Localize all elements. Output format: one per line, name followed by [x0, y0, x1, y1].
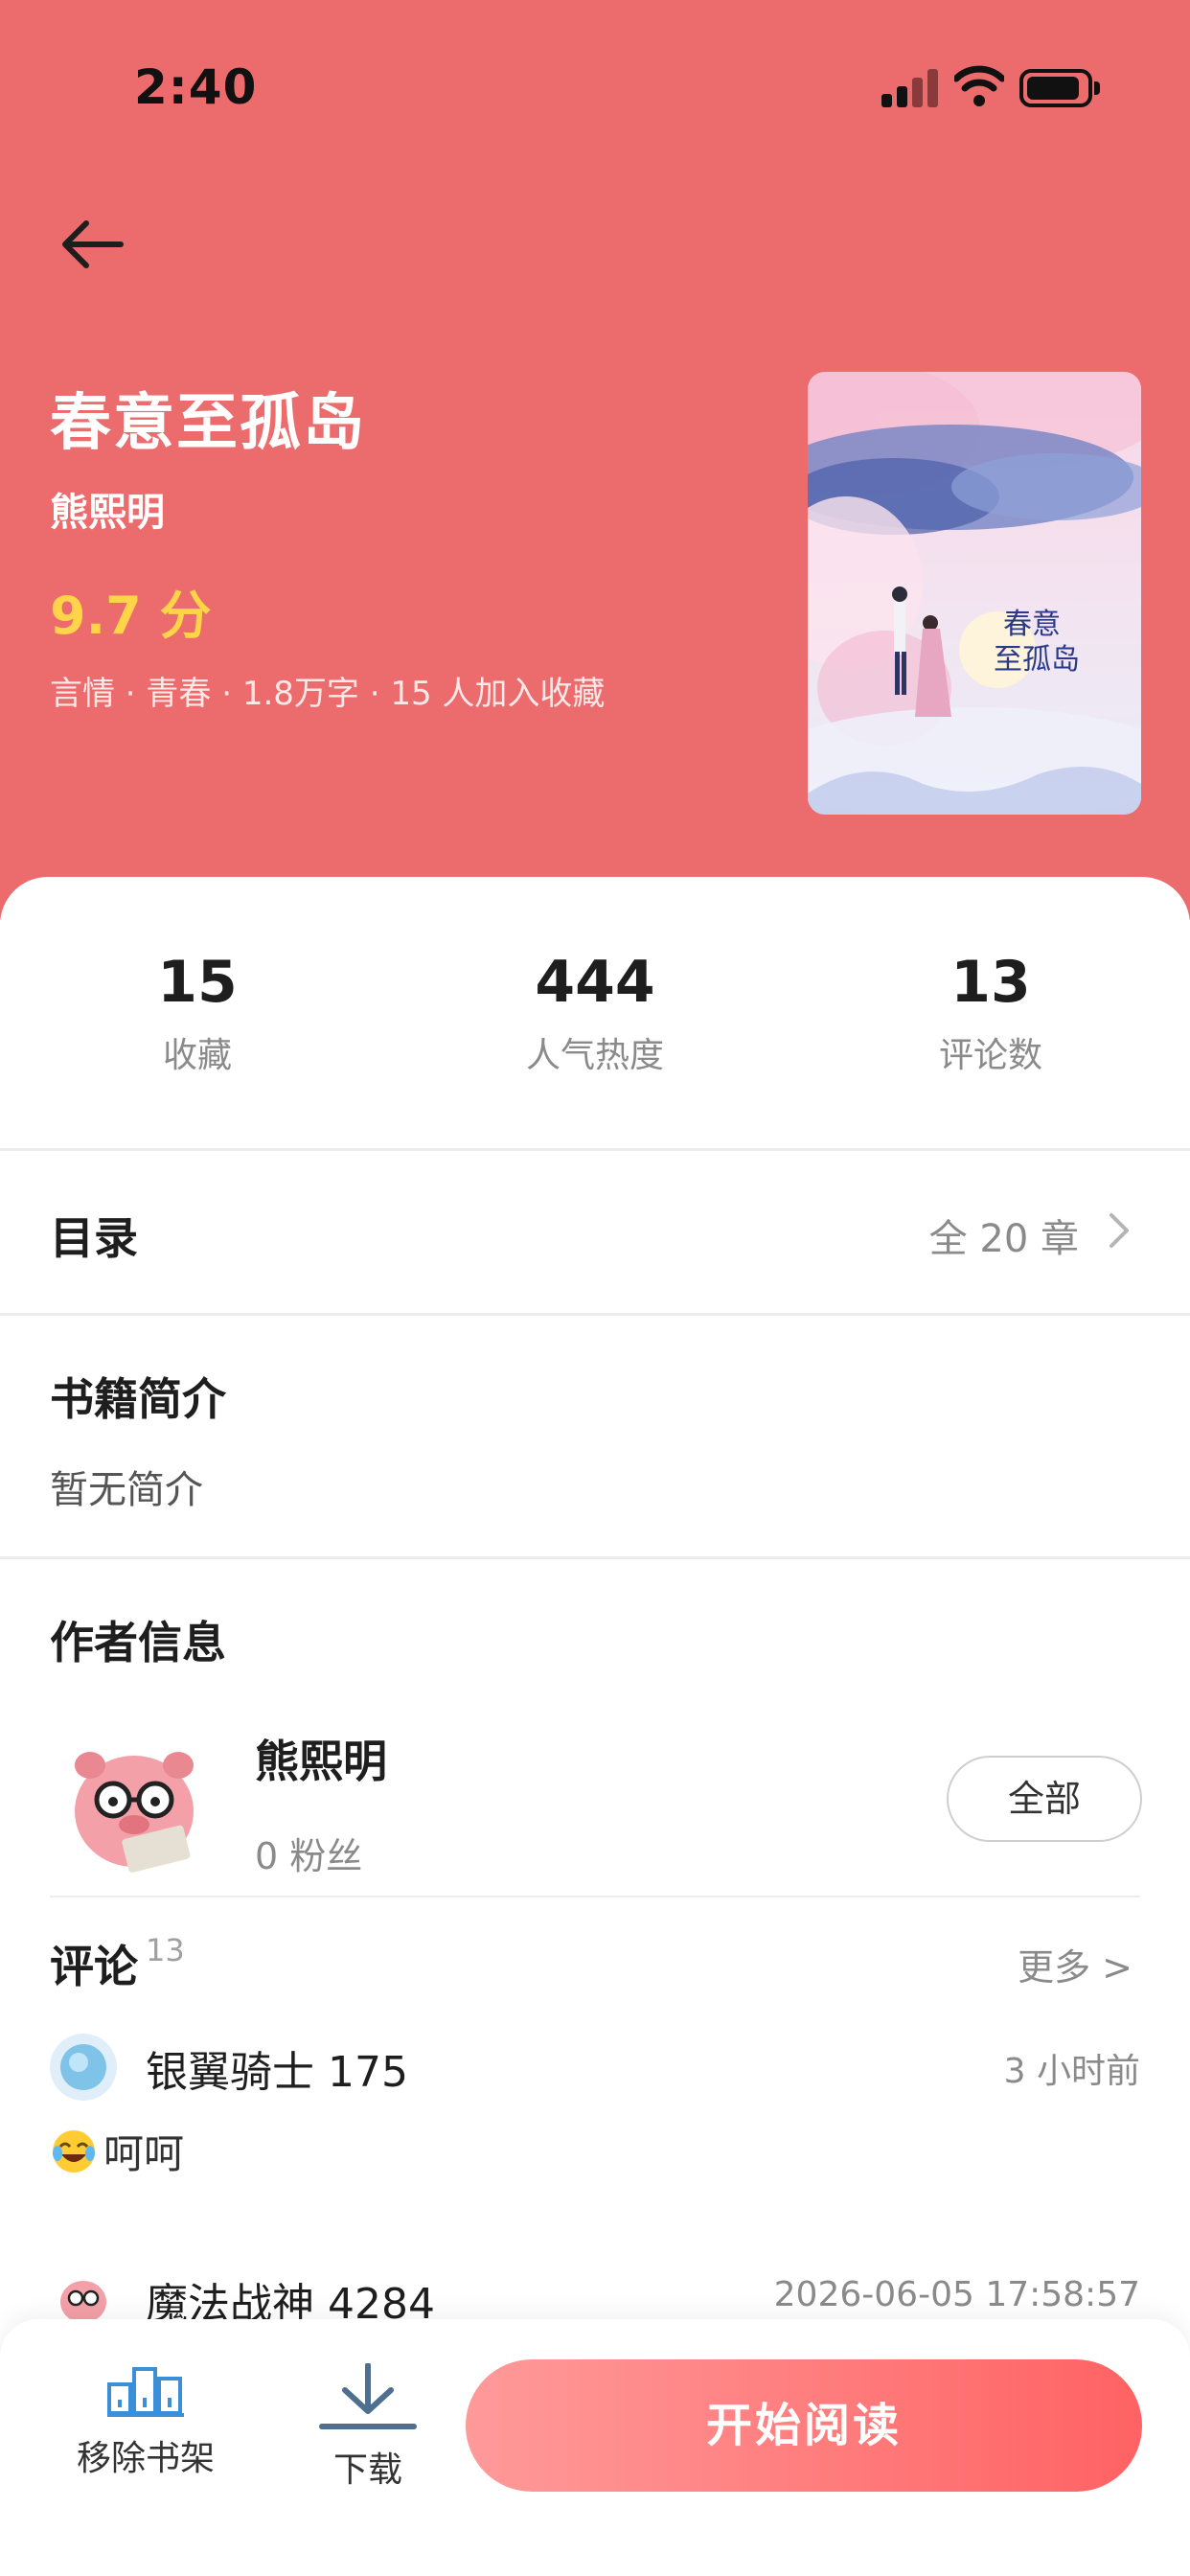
- divider: [50, 1896, 1140, 1898]
- stat-favorites-label: 收藏: [162, 1036, 232, 1075]
- chevron-right-icon: [1110, 1213, 1129, 1248]
- divider: [0, 1556, 1190, 1559]
- stat-favorites-value: 15: [157, 949, 238, 1016]
- book-score: 9.7 分: [50, 586, 212, 646]
- comments-count: 13: [146, 1932, 185, 1968]
- wifi-icon: [954, 65, 1004, 106]
- cover-title-line1: 春意: [1003, 608, 1061, 641]
- author-name: 熊熙明: [255, 1736, 387, 1787]
- toc-title: 目录: [50, 1212, 138, 1264]
- remove-from-shelf-label: 移除书架: [76, 2439, 215, 2478]
- signal-icon: [881, 67, 939, 107]
- comments-more-link[interactable]: 更多 >: [1018, 1938, 1133, 1990]
- stat-popularity-label: 人气热度: [525, 1036, 664, 1075]
- back-arrow-icon[interactable]: [54, 211, 130, 278]
- intro-title: 书籍简介: [50, 1373, 226, 1425]
- book-cover[interactable]: 春意 至孤岛: [808, 372, 1141, 815]
- download-icon: [319, 2362, 417, 2429]
- book-title: 春意至孤岛: [50, 388, 366, 459]
- stat-favorites: 15 收藏: [54, 949, 341, 1077]
- cover-title-line2: 至孤岛: [994, 643, 1080, 677]
- comment-time: 3 小时前: [1003, 2052, 1140, 2091]
- start-reading-button[interactable]: 开始阅读: [466, 2359, 1142, 2492]
- author-section-title: 作者信息: [50, 1617, 226, 1668]
- tears-of-joy-emoji-icon: [53, 2130, 95, 2173]
- commenter-name[interactable]: 银翼骑士 175: [146, 2037, 408, 2099]
- stat-popularity-value: 444: [535, 949, 655, 1016]
- comment-text-body: 呵呵: [103, 2130, 185, 2177]
- book-meta: 言情 · 青春 · 1.8万字 · 15 人加入收藏: [50, 675, 606, 713]
- comment-text: 呵呵: [50, 2122, 184, 2180]
- divider: [0, 1313, 1190, 1316]
- download-button[interactable]: 下载: [282, 2362, 454, 2492]
- remove-from-shelf-button[interactable]: 移除书架: [59, 2363, 232, 2480]
- status-time: 2:40: [134, 59, 258, 115]
- comment-time: 2026-06-05 17:58:57: [773, 2275, 1140, 2314]
- stat-popularity: 444 人气热度: [451, 949, 739, 1077]
- toc-chapter-count: 全 20 章: [928, 1217, 1079, 1261]
- stat-comments: 13 评论数: [847, 949, 1134, 1077]
- author-avatar[interactable]: [57, 1725, 211, 1878]
- book-author[interactable]: 熊熙明: [50, 481, 165, 537]
- stat-comments-label: 评论数: [938, 1036, 1042, 1075]
- commenter-avatar[interactable]: [50, 2034, 117, 2101]
- stat-comments-value: 13: [950, 949, 1031, 1016]
- intro-text: 暂无简介: [50, 1468, 203, 1512]
- author-fans: 0 粉丝: [255, 1835, 363, 1877]
- battery-icon: [1019, 69, 1100, 107]
- author-all-works-button[interactable]: 全部: [947, 1756, 1142, 1842]
- download-label: 下载: [332, 2450, 402, 2490]
- comments-title: 评论: [50, 1941, 138, 1992]
- status-bar: 2:40: [0, 0, 1190, 172]
- bookshelf-icon: [107, 2367, 184, 2417]
